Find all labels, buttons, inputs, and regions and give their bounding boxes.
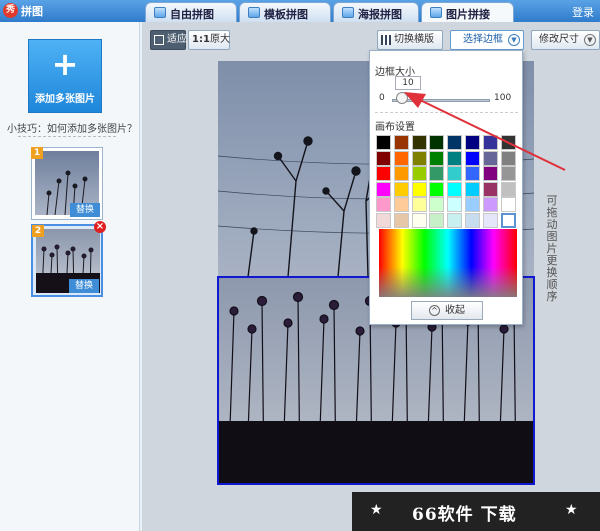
tip-link[interactable]: 小技巧：如何添加多张图片？	[7, 120, 137, 135]
color-swatch[interactable]	[500, 181, 516, 197]
tab-poster-collage[interactable]: 海报拼图	[333, 2, 419, 22]
select-border-button[interactable]: 选择边框 ▼	[450, 30, 524, 50]
color-spectrum-picker[interactable]	[379, 229, 517, 297]
watermark-text: 66软件 下载	[412, 505, 517, 525]
title-bar: 秀 拼图 自由拼图 模板拼图 海报拼图 图片拼接 登录	[0, 0, 600, 22]
stitch-icon	[430, 7, 442, 18]
color-swatch[interactable]	[393, 181, 409, 197]
color-swatch[interactable]	[500, 212, 516, 228]
color-swatch[interactable]	[429, 197, 445, 212]
star-icon: ★	[565, 502, 578, 518]
color-swatch[interactable]	[376, 181, 391, 197]
color-swatch[interactable]	[482, 197, 498, 212]
color-swatch[interactable]	[482, 181, 498, 197]
color-swatch[interactable]	[447, 212, 463, 228]
change-size-label: 修改尺寸	[539, 34, 579, 45]
star-icon: ★	[370, 502, 383, 518]
color-swatch[interactable]	[411, 212, 427, 228]
template-icon	[248, 7, 260, 18]
color-swatch[interactable]	[500, 197, 516, 212]
collage-icon	[154, 7, 166, 18]
color-swatch[interactable]	[465, 197, 480, 212]
order-badge: 1	[31, 147, 43, 159]
add-images-button[interactable]: + 添加多张图片	[28, 39, 102, 113]
switch-orientation-label: 切换横版	[394, 34, 434, 45]
tab-free-collage[interactable]: 自由拼图	[145, 2, 237, 22]
color-swatch[interactable]	[447, 181, 463, 197]
color-swatch[interactable]	[447, 197, 463, 212]
divider	[18, 136, 116, 137]
app-logo-icon: 秀	[3, 3, 18, 18]
tab-label: 图片拼接	[446, 8, 490, 21]
tab-template-collage[interactable]: 模板拼图	[239, 2, 331, 22]
login-link[interactable]: 登录	[572, 4, 594, 20]
color-swatch[interactable]	[393, 212, 409, 228]
color-swatch[interactable]	[465, 212, 480, 228]
poster-icon	[342, 7, 354, 18]
switch-orientation-button[interactable]: 切换横版	[377, 30, 443, 50]
thumbnail-1[interactable]: 1 替换	[31, 147, 103, 220]
original-size-label: 原大	[210, 34, 230, 45]
color-swatch[interactable]	[376, 197, 391, 212]
chevron-down-icon: ▼	[584, 34, 596, 46]
original-size-button[interactable]: 1:1 原大	[188, 30, 230, 50]
fit-button[interactable]: 适应	[150, 30, 187, 50]
tab-label: 自由拼图	[170, 8, 214, 21]
ratio-icon: 1:1	[192, 34, 210, 45]
color-swatch[interactable]	[482, 212, 498, 228]
annotation-arrow-icon	[404, 92, 566, 171]
tab-label: 模板拼图	[264, 8, 308, 21]
collapse-label: 收起	[445, 305, 465, 316]
replace-button[interactable]: 替换	[70, 203, 100, 217]
drag-hint-text: 可拖动图片更换顺序	[546, 194, 558, 303]
color-swatch[interactable]	[429, 181, 445, 197]
color-swatch[interactable]	[393, 197, 409, 212]
change-size-button[interactable]: 修改尺寸 ▼	[531, 30, 600, 50]
add-images-label: 添加多张图片	[35, 94, 95, 105]
orientation-icon	[381, 35, 391, 45]
fit-icon	[154, 35, 164, 45]
chevron-down-icon: ▼	[508, 34, 520, 46]
tab-image-stitch[interactable]: 图片拼接	[421, 2, 514, 22]
order-badge: 2	[32, 225, 44, 237]
color-swatch[interactable]	[411, 197, 427, 212]
select-border-label: 选择边框	[463, 34, 503, 45]
color-swatch[interactable]	[411, 181, 427, 197]
watermark: ★ 66软件 下载 ★	[352, 492, 600, 531]
replace-button[interactable]: 替换	[69, 279, 99, 293]
color-swatch[interactable]	[376, 212, 391, 228]
plus-icon: +	[51, 45, 79, 83]
sidebar: + 添加多张图片 小技巧：如何添加多张图片？ 1 替换 2 × 替换	[0, 22, 140, 531]
chevron-up-icon: ^	[429, 305, 440, 316]
color-swatch[interactable]	[465, 181, 480, 197]
fit-label: 适应	[167, 34, 187, 45]
color-swatch[interactable]	[429, 212, 445, 228]
close-icon[interactable]: ×	[94, 221, 106, 233]
thumbnail-2[interactable]: 2 × 替换	[31, 221, 106, 297]
tab-label: 海报拼图	[358, 8, 402, 21]
collapse-button[interactable]: ^ 收起	[411, 301, 483, 320]
app-title: 拼图	[21, 5, 43, 18]
